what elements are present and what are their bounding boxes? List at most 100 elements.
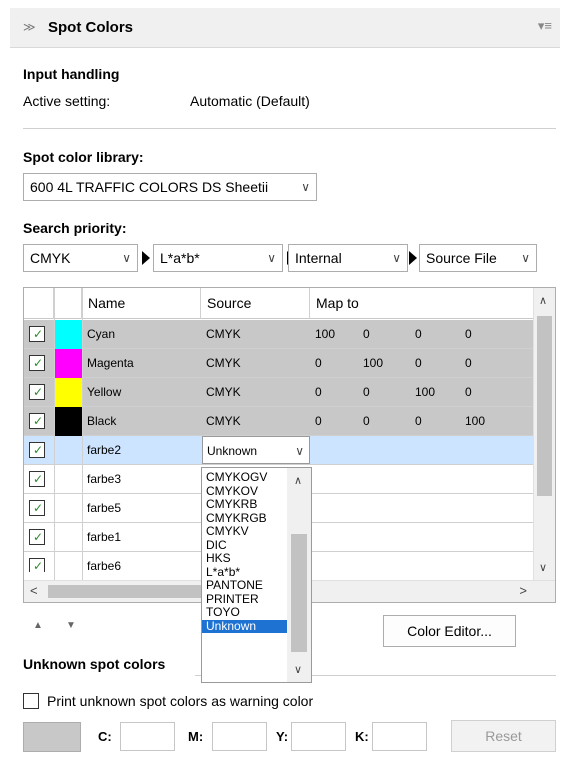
row-source[interactable]: CMYK	[206, 407, 241, 436]
row-source[interactable]: CMYK	[206, 320, 241, 349]
map-m: 100	[363, 356, 384, 370]
header-source[interactable]: Source	[201, 288, 310, 319]
row-checkbox[interactable]	[29, 384, 45, 400]
dropdown-option[interactable]: TOYO	[202, 606, 288, 620]
vertical-scrollbar[interactable]: ∧ ∨	[533, 288, 555, 580]
move-down-icon[interactable]: ▼	[66, 620, 76, 631]
dropdown-option[interactable]: HKS	[202, 552, 288, 566]
chevron-down-icon: ∨	[392, 251, 401, 265]
table-row[interactable]: Yellow CMYK 0 0 100 0	[24, 378, 533, 407]
map-y: 100	[415, 385, 436, 399]
dropdown-scrollbar[interactable]: ∧ ∨	[287, 468, 311, 682]
priority-select-4[interactable]: Source File ∨	[419, 244, 537, 272]
reset-button[interactable]: Reset	[451, 720, 556, 752]
divider	[23, 128, 556, 129]
header-map-to[interactable]: Map to	[310, 288, 533, 319]
scroll-thumb[interactable]	[48, 585, 218, 598]
row-checkbox[interactable]	[29, 326, 45, 342]
dropdown-option[interactable]: DIC	[202, 538, 288, 553]
row-source[interactable]: CMYK	[206, 378, 241, 407]
chevron-down-icon: ∨	[122, 251, 131, 265]
row-name: farbe1	[87, 530, 122, 544]
source-select[interactable]: Unknown ∨	[202, 436, 310, 464]
print-warning-label: Print unknown spot colors as warning col…	[47, 693, 314, 709]
map-y: 0	[415, 327, 422, 341]
row-checkbox[interactable]	[29, 558, 45, 572]
c-field[interactable]	[120, 722, 175, 751]
row-checkbox[interactable]	[29, 355, 45, 371]
y-field[interactable]	[291, 722, 346, 751]
chevron-down-icon: ∨	[521, 251, 530, 265]
color-swatch	[54, 349, 82, 378]
row-checkbox[interactable]	[29, 500, 45, 516]
priority-select-3[interactable]: Internal ∨	[288, 244, 408, 272]
table-header: Name Source Map to	[24, 288, 533, 319]
map-k: 0	[465, 327, 472, 341]
row-name: Yellow	[87, 385, 122, 399]
dropdown-option[interactable]: CMYKRB	[202, 498, 288, 512]
header-check	[24, 288, 54, 319]
dropdown-option-selected[interactable]: Unknown	[202, 619, 288, 633]
source-dropdown-list[interactable]: CMYKOGV CMYKOV CMYKRB CMYKRGB CMYKV DIC …	[201, 467, 312, 683]
priority-select-2[interactable]: L*a*b* ∨	[153, 244, 283, 272]
dropdown-option[interactable]: PRINTER	[202, 592, 288, 607]
m-field[interactable]	[212, 722, 267, 751]
scroll-down-icon[interactable]: ∨	[539, 561, 547, 574]
move-up-icon[interactable]: ▲	[33, 620, 43, 631]
active-setting-label: Active setting:	[23, 93, 111, 109]
map-m: 0	[363, 385, 370, 399]
column-divider	[54, 288, 55, 580]
chevron-down-icon: ∨	[301, 180, 310, 194]
header-name[interactable]: Name	[82, 288, 201, 319]
color-editor-button[interactable]: Color Editor...	[383, 615, 516, 647]
y-label: Y:	[276, 729, 289, 744]
library-select[interactable]: 600 4L TRAFFIC COLORS DS Sheetii ∨	[23, 173, 317, 201]
map-c: 0	[315, 385, 322, 399]
row-checkbox[interactable]	[29, 442, 45, 458]
dropdown-option[interactable]: CMYKRGB	[202, 511, 288, 526]
scroll-right-icon[interactable]: >	[519, 583, 527, 598]
c-label: C:	[98, 729, 112, 744]
row-checkbox[interactable]	[29, 471, 45, 487]
dropdown-option[interactable]: CMYKV	[202, 525, 288, 539]
search-priority-heading: Search priority:	[23, 220, 127, 236]
row-checkbox[interactable]	[29, 413, 45, 429]
table-row[interactable]: Cyan CMYK 100 0 0 0	[24, 320, 533, 349]
scroll-down-icon[interactable]: ∨	[294, 663, 302, 676]
row-name: Cyan	[87, 327, 116, 341]
row-name: Black	[87, 414, 117, 428]
dropdown-option[interactable]: PANTONE	[202, 579, 288, 593]
arrow-right-icon	[142, 251, 150, 265]
scroll-thumb[interactable]	[291, 534, 307, 652]
source-select-value: Unknown	[207, 444, 258, 458]
unknown-spot-colors-heading: Unknown spot colors	[23, 656, 166, 672]
scroll-thumb[interactable]	[537, 316, 552, 496]
table-row[interactable]: Black CMYK 0 0 0 100	[24, 407, 533, 436]
library-selected: 600 4L TRAFFIC COLORS DS Sheetii	[30, 179, 269, 195]
warning-color-swatch-button[interactable]	[23, 722, 81, 752]
k-field[interactable]	[372, 722, 427, 751]
scroll-up-icon[interactable]: ∧	[294, 474, 302, 487]
chevrons-up-icon[interactable]: ≫	[23, 20, 36, 34]
k-label: K:	[355, 729, 369, 744]
dropdown-option[interactable]: L*a*b*	[202, 565, 288, 580]
row-name: Magenta	[87, 356, 134, 370]
print-warning-checkbox[interactable]	[23, 693, 39, 709]
color-swatch	[54, 407, 82, 436]
input-handling-heading: Input handling	[23, 66, 120, 82]
table-row[interactable]: Magenta CMYK 0 100 0 0	[24, 349, 533, 378]
scroll-left-icon[interactable]: <	[30, 583, 38, 598]
row-source[interactable]: CMYK	[206, 349, 241, 378]
m-label: M:	[188, 729, 204, 744]
map-c: 100	[315, 327, 336, 341]
row-checkbox[interactable]	[29, 529, 45, 545]
panel-menu-icon[interactable]: ▾≡	[538, 18, 552, 34]
map-m: 0	[363, 414, 370, 428]
dropdown-option[interactable]: CMYKOV	[202, 484, 288, 499]
scroll-up-icon[interactable]: ∧	[539, 294, 547, 307]
map-k: 0	[465, 356, 472, 370]
priority-select-value: CMYK	[30, 250, 71, 266]
table-row-selected[interactable]: farbe2 Unknown ∨	[24, 436, 533, 465]
priority-select-1[interactable]: CMYK ∨	[23, 244, 138, 272]
dropdown-option[interactable]: CMYKOGV	[202, 471, 288, 485]
